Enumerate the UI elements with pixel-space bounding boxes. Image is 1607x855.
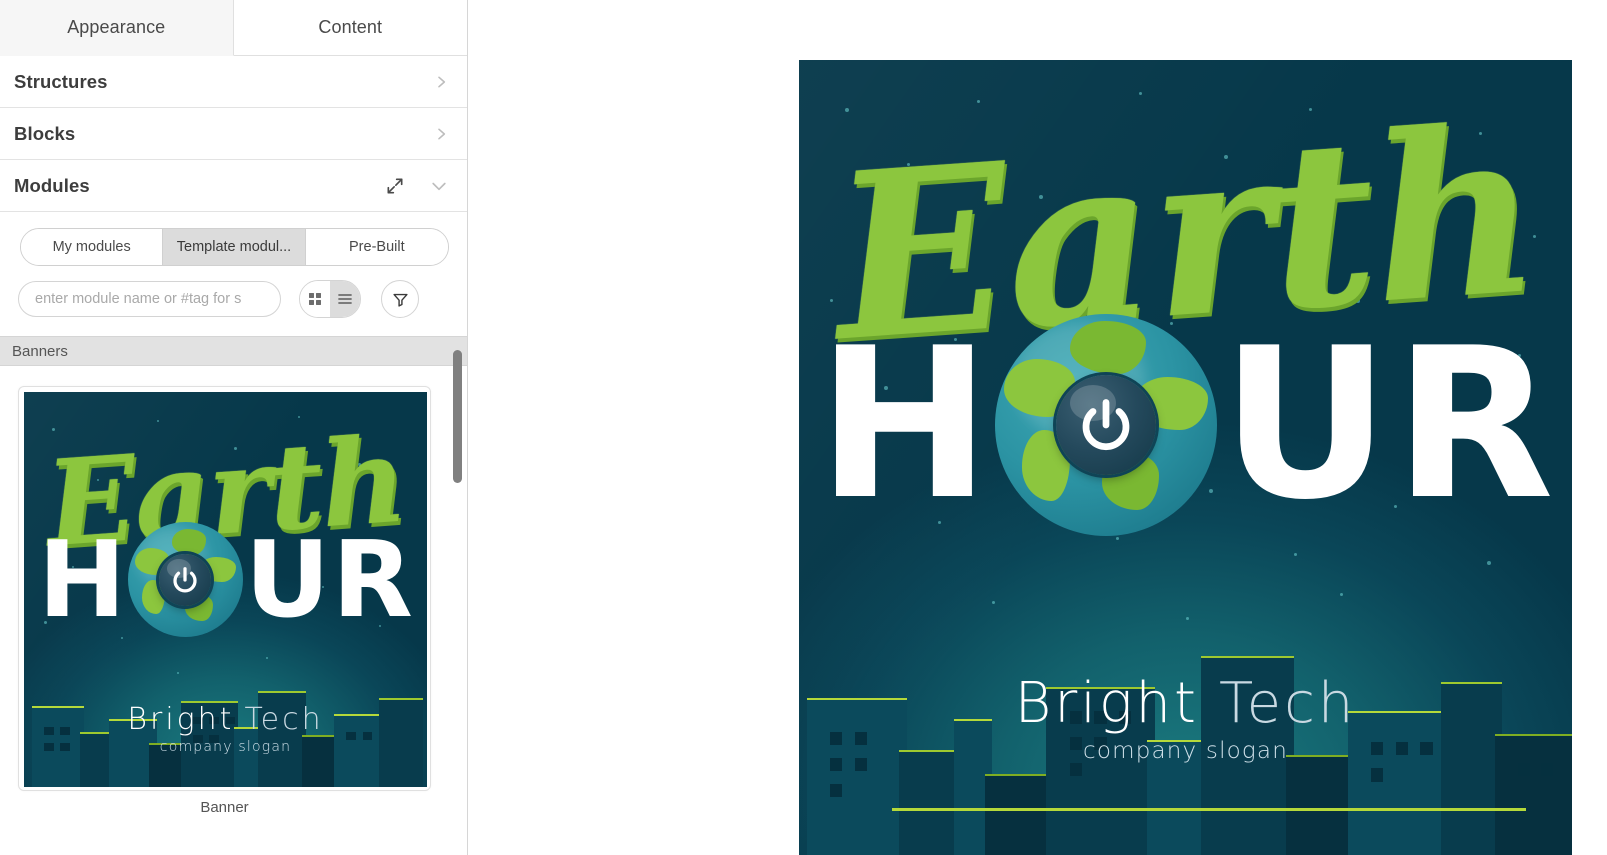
banner-headline: H U R <box>799 304 1572 547</box>
banner-artwork-main: Earth H U R Bright Tech company slogan <box>799 60 1572 855</box>
segment-my-modules[interactable]: My modules <box>21 229 164 265</box>
sidebar-section-structures-label: Structures <box>14 70 108 92</box>
power-button-icon-main <box>1056 375 1156 476</box>
sidebar-section-modules[interactable]: Modules <box>0 160 467 212</box>
banner-accent-rule <box>891 808 1526 812</box>
list-view-button[interactable] <box>330 281 360 317</box>
sidebar-tabbar: Appearance Content <box>0 0 467 56</box>
segment-my-modules-label: My modules <box>52 239 131 255</box>
expand-fullscreen-icon[interactable] <box>385 176 429 196</box>
banner-brand-block-thumb: Bright Tech company slogan <box>24 702 427 755</box>
tab-content[interactable]: Content <box>233 0 467 56</box>
group-header-banners: Banners <box>0 336 467 366</box>
brand-secondary: Tech <box>1218 670 1357 736</box>
sidebar-scrollbar-track[interactable] <box>451 336 465 855</box>
grid-view-button[interactable] <box>300 281 330 317</box>
sidebar-section-blocks-label: Blocks <box>14 122 76 144</box>
chevron-right-icon <box>433 126 449 142</box>
tab-appearance[interactable]: Appearance <box>0 0 234 56</box>
module-card-thumbnail: Earth H U R Bright Tech company slogan <box>24 392 427 787</box>
sidebar-section-structures[interactable]: Structures <box>0 56 467 108</box>
brand-primary: Bright <box>1014 670 1199 736</box>
module-list-region: Banners Earth H U R Bright Tech company … <box>0 336 467 855</box>
globe-earth-icon <box>127 522 243 638</box>
segment-pre-built[interactable]: Pre-Built <box>305 229 448 265</box>
brand-secondary-thumb: Tech <box>244 702 324 738</box>
banner-globe-main <box>995 314 1217 537</box>
left-sidebar-panel: Appearance Content Structures Blocks Mod… <box>0 0 468 855</box>
view-mode-toggle <box>299 280 361 318</box>
funnel-filter-icon <box>392 291 409 308</box>
headline-letter-u-main: U <box>1221 304 1390 547</box>
headline-letter-r: R <box>332 518 413 641</box>
module-search-row <box>0 266 467 318</box>
banner-brand-line: Bright Tech <box>799 671 1572 736</box>
banner-artwork-thumb: Earth H U R Bright Tech company slogan <box>24 392 427 787</box>
search-input[interactable] <box>18 281 281 317</box>
segment-template-modules[interactable]: Template modul... <box>163 229 306 265</box>
sidebar-section-modules-label: Modules <box>14 174 90 196</box>
banner-brand-block: Bright Tech company slogan <box>799 671 1572 764</box>
headline-letter-u: U <box>244 518 331 641</box>
module-card-banner[interactable]: Earth H U R Bright Tech company slogan <box>18 386 431 791</box>
headline-letter-r-main: R <box>1393 304 1555 547</box>
banner-headline-thumb: H U R <box>24 518 427 641</box>
chevron-right-icon <box>433 74 449 90</box>
group-header-label: Banners <box>12 342 68 360</box>
banner-brand-line-thumb: Bright Tech <box>24 702 427 737</box>
brand-primary-thumb: Bright <box>127 702 235 738</box>
banner-slogan: company slogan <box>1082 737 1289 764</box>
segment-template-modules-label: Template modul... <box>176 239 292 255</box>
module-source-tabs: My modules Template modul... Pre-Built <box>20 228 449 266</box>
sidebar-section-blocks[interactable]: Blocks <box>0 108 467 160</box>
tab-appearance-label: Appearance <box>67 17 166 37</box>
globe-earth-icon-main <box>995 314 1217 537</box>
filter-button[interactable] <box>381 280 419 318</box>
segment-pre-built-label: Pre-Built <box>349 239 405 255</box>
module-source-tabs-wrap: My modules Template modul... Pre-Built <box>0 212 467 266</box>
sidebar-scrollbar-thumb[interactable] <box>453 350 462 483</box>
headline-letter-h-main: H <box>816 304 991 547</box>
power-button-icon <box>159 553 212 606</box>
list-view-icon <box>337 291 353 307</box>
banner-globe-thumb <box>127 522 243 638</box>
chevron-down-icon[interactable] <box>429 176 449 196</box>
app-root: Appearance Content Structures Blocks Mod… <box>0 0 1607 855</box>
banner-slogan-thumb: company slogan <box>159 739 292 756</box>
tab-content-label: Content <box>318 17 383 37</box>
headline-letter-h: H <box>37 518 126 641</box>
banner-stage[interactable]: Earth H U R Bright Tech company slogan <box>799 60 1572 855</box>
grid-view-icon <box>307 291 323 307</box>
module-card-caption: Banner <box>200 799 249 816</box>
module-card-wrap: Earth H U R Bright Tech company slogan B… <box>0 366 467 816</box>
editor-canvas: Earth H U R Bright Tech company slogan <box>468 0 1607 855</box>
